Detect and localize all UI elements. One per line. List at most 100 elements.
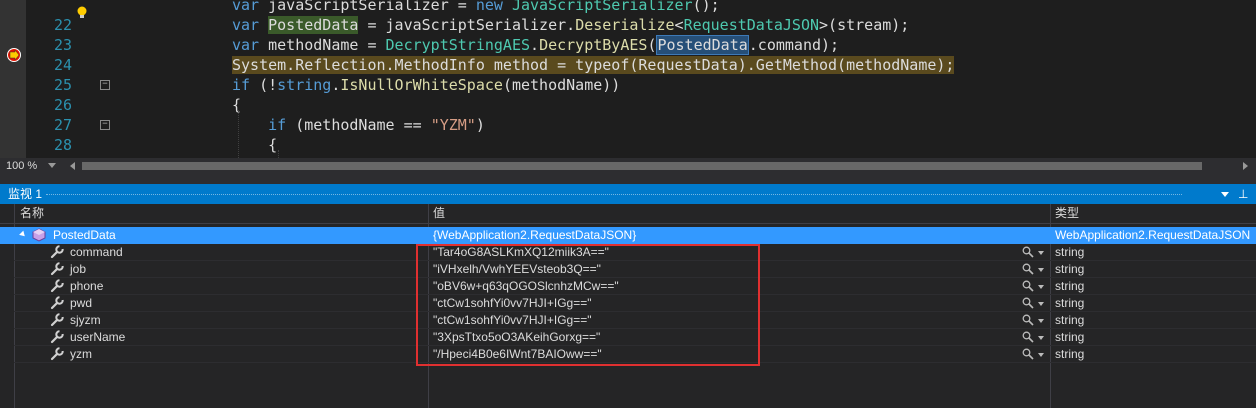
code-token: DecryptByAES (539, 36, 648, 54)
pin-icon[interactable]: ⊥ (1238, 186, 1248, 202)
code-editor[interactable]: var javaScriptSerializer = new JavaScrip… (0, 0, 1256, 158)
text-visualizer-icon[interactable] (1022, 280, 1034, 292)
watch-type: string (1055, 279, 1085, 293)
code-text[interactable]: if (methodName == "YZM") (232, 115, 485, 135)
code-line[interactable]: 24 System.Reflection.MethodInfo method = … (0, 55, 1256, 75)
line-number: 28 (53, 136, 72, 154)
code-token: var (232, 16, 269, 34)
code-token: >(stream); (819, 16, 910, 34)
code-text[interactable]: System.Reflection.MethodInfo method = ty… (232, 55, 955, 75)
code-token: .command); (748, 36, 840, 54)
wrench-icon (50, 262, 64, 276)
text-visualizer-icon[interactable] (1022, 348, 1034, 360)
window-position-dropdown-icon[interactable] (1221, 192, 1229, 197)
line-number: 26 (53, 96, 72, 114)
visualizer-dropdown-icon[interactable] (1038, 336, 1044, 340)
indent-guide (238, 110, 239, 158)
scroll-right-icon[interactable] (1243, 162, 1248, 170)
visualizer-dropdown-icon[interactable] (1038, 353, 1044, 357)
wrench-icon (50, 330, 64, 344)
code-token: var (232, 36, 269, 54)
visualizer-dropdown-icon[interactable] (1038, 285, 1044, 289)
code-text[interactable]: var PostedData = javaScriptSerializer.De… (232, 15, 909, 35)
code-line[interactable]: 27 if (methodName == "YZM") − (0, 115, 1256, 135)
code-token: DecryptStringAES (385, 36, 531, 54)
text-visualizer-icon[interactable] (1022, 331, 1034, 343)
panel-splitter[interactable] (0, 174, 1256, 184)
wrench-icon (50, 279, 64, 293)
code-token: (methodName == (295, 116, 431, 134)
code-token: ) (475, 116, 485, 134)
watch-type: string (1055, 330, 1085, 344)
code-text[interactable]: var methodName = DecryptStringAES.Decryp… (232, 35, 839, 55)
text-visualizer-icon[interactable] (1022, 263, 1034, 275)
line-number: 27 (53, 116, 72, 134)
code-token: PostedData (268, 16, 359, 34)
wrench-icon (50, 347, 64, 361)
code-token: (! (259, 76, 278, 94)
visualizer-dropdown-icon[interactable] (1038, 268, 1044, 272)
code-line[interactable]: 25 if (!string.IsNullOrWhiteSpace(methodN… (0, 75, 1256, 95)
watch-type: string (1055, 296, 1085, 310)
code-line[interactable]: 23 var methodName = DecryptStringAES.Decr… (0, 35, 1256, 55)
watch-type: WebApplication2.RequestDataJSON (1055, 228, 1251, 242)
code-token: (); (692, 0, 720, 14)
watch-type: string (1055, 245, 1085, 259)
indent-guide (278, 150, 279, 158)
watch-name: pwd (70, 296, 93, 310)
watch-type: string (1055, 262, 1085, 276)
code-token: string (277, 76, 332, 94)
current-statement-breakpoint-icon[interactable] (6, 47, 22, 63)
code-token: var (232, 0, 269, 14)
wrench-icon (50, 245, 64, 259)
code-token: Deserialize (575, 16, 675, 34)
visualizer-dropdown-icon[interactable] (1038, 251, 1044, 255)
line-number: 24 (53, 56, 72, 74)
text-visualizer-icon[interactable] (1022, 314, 1034, 326)
code-line[interactable]: 22 var PostedData = javaScriptSerializer.… (0, 15, 1256, 35)
collapse-arrow-icon[interactable] (19, 230, 27, 239)
code-token: javaScriptSerializer = (268, 0, 476, 14)
text-visualizer-icon[interactable] (1022, 297, 1034, 309)
code-token: . (530, 36, 540, 54)
code-token: RequestDataJSON (683, 16, 820, 34)
line-number: 22 (53, 16, 72, 34)
code-line[interactable]: 26 { (0, 95, 1256, 115)
code-line[interactable]: var javaScriptSerializer = new JavaScrip… (0, 0, 1256, 15)
code-token: if (232, 76, 260, 94)
annotation-highlight (416, 244, 760, 366)
column-header-value[interactable]: 值 (433, 204, 445, 223)
code-text[interactable]: var javaScriptSerializer = new JavaScrip… (232, 0, 720, 15)
visualizer-dropdown-icon[interactable] (1038, 302, 1044, 306)
column-header-name[interactable]: 名称 (20, 204, 44, 223)
zoom-level[interactable]: 100 % (6, 158, 37, 174)
collapse-region-icon[interactable]: − (100, 120, 110, 130)
collapse-region-icon[interactable]: − (100, 80, 110, 90)
code-token: if (268, 116, 296, 134)
horizontal-scrollbar[interactable] (70, 161, 1248, 171)
text-visualizer-icon[interactable] (1022, 246, 1034, 258)
watch-title-bar[interactable]: 监视 1 ⊥ (0, 184, 1256, 204)
lightbulb-icon[interactable] (76, 6, 88, 20)
title-drag-grip (46, 194, 1182, 195)
watch-row-posteddata[interactable]: PostedData {WebApplication2.RequestDataJ… (0, 227, 1256, 244)
code-text[interactable]: if (!string.IsNullOrWhiteSpace(methodNam… (232, 75, 620, 95)
watch-type: string (1055, 313, 1085, 327)
scrollbar-thumb[interactable] (82, 162, 1202, 170)
editor-status-strip: 100 % (0, 158, 1256, 174)
zoom-dropdown-icon[interactable] (48, 163, 56, 168)
code-line[interactable]: 28 { (0, 135, 1256, 155)
visualizer-dropdown-icon[interactable] (1038, 319, 1044, 323)
watch-name: yzm (70, 347, 92, 361)
watch-type: string (1055, 347, 1085, 361)
code-text[interactable]: { (232, 95, 241, 115)
column-header-type[interactable]: 类型 (1055, 204, 1079, 223)
watch-name: command (70, 245, 123, 259)
code-token: (methodName)) (502, 76, 621, 94)
scroll-left-icon[interactable] (70, 162, 75, 170)
watch-name: sjyzm (70, 313, 101, 327)
watch-name: phone (70, 279, 104, 293)
code-token: IsNullOrWhiteSpace (340, 76, 503, 94)
watch-value[interactable]: {WebApplication2.RequestDataJSON} (433, 227, 636, 244)
code-token: < (674, 16, 684, 34)
